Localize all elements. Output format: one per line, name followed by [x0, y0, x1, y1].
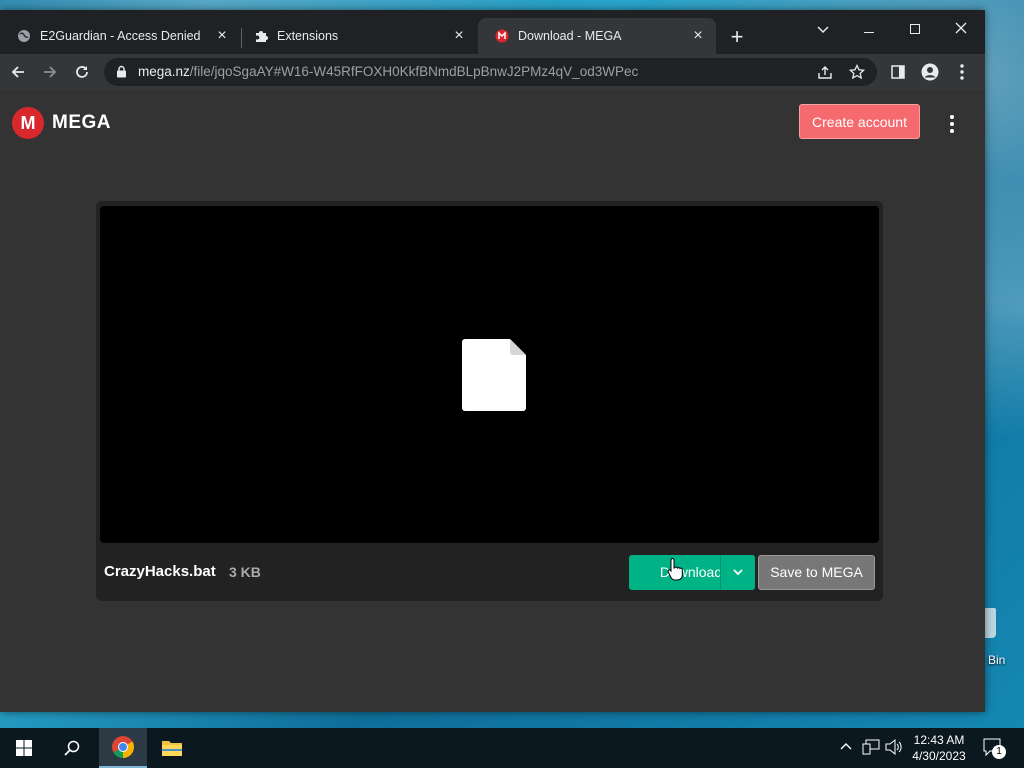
- tray-overflow-icon[interactable]: [840, 739, 852, 753]
- tab-strip: E2Guardian - Access Denied × Extensions …: [0, 10, 985, 54]
- tab-label: E2Guardian - Access Denied: [40, 29, 201, 43]
- search-icon: [64, 740, 80, 756]
- chrome-icon: [112, 736, 134, 758]
- mega-logo[interactable]: M MEGA: [12, 107, 111, 139]
- windows-icon: [16, 740, 32, 756]
- profile-icon[interactable]: [918, 60, 942, 84]
- tab-label: Download - MEGA: [518, 29, 622, 43]
- tab-extensions[interactable]: Extensions ×: [237, 18, 477, 54]
- new-tab-button[interactable]: +: [726, 26, 748, 48]
- clock-time: 12:43 AM: [913, 733, 965, 747]
- mega-logo-mark: M: [12, 107, 44, 139]
- network-icon[interactable]: [862, 739, 880, 758]
- back-button[interactable]: [6, 60, 30, 84]
- close-window-button[interactable]: [938, 15, 984, 43]
- folder-icon: [162, 741, 182, 756]
- tab-search-button[interactable]: [800, 15, 846, 43]
- chevron-down-icon: [733, 569, 743, 576]
- close-tab-icon[interactable]: ×: [451, 28, 467, 44]
- notification-center-button[interactable]: 1: [983, 738, 1006, 761]
- browser-toolbar: mega.nz/file/jqoSgaAY#W16-W45RfFOXH0KkfB…: [0, 54, 985, 90]
- bookmark-star-icon[interactable]: [848, 63, 866, 81]
- tab-e2guardian[interactable]: E2Guardian - Access Denied ×: [0, 18, 240, 54]
- system-clock[interactable]: 12:43 AM 4/30/2023: [907, 732, 971, 764]
- recycle-bin-label: Bin: [988, 653, 1006, 667]
- forward-button[interactable]: [38, 60, 62, 84]
- volume-icon[interactable]: [885, 738, 903, 758]
- url-text: mega.nz/file/jqoSgaAY#W16-W45RfFOXH0KkfB…: [138, 64, 638, 79]
- tab-label: Extensions: [277, 29, 339, 43]
- reload-button[interactable]: [70, 60, 94, 84]
- download-options-button[interactable]: [720, 555, 755, 590]
- globe-icon: [16, 28, 32, 44]
- notification-count: 1: [992, 745, 1006, 759]
- browser-window: E2Guardian - Access Denied × Extensions …: [0, 10, 985, 712]
- search-button[interactable]: [48, 728, 96, 768]
- hand-cursor-icon: [667, 558, 683, 581]
- close-tab-icon[interactable]: ×: [690, 28, 706, 44]
- minimize-button[interactable]: [846, 15, 892, 43]
- file-card: CrazyHacks.bat 3 KB Download Save to MEG…: [96, 201, 883, 601]
- puzzle-icon: [253, 28, 269, 44]
- taskbar-file-explorer[interactable]: [148, 728, 196, 768]
- tab-mega-download[interactable]: Download - MEGA ×: [478, 18, 716, 54]
- clock-date: 4/30/2023: [912, 749, 966, 763]
- file-name: CrazyHacks.bat: [104, 563, 216, 580]
- create-account-button[interactable]: Create account: [799, 104, 920, 139]
- share-icon[interactable]: [816, 63, 834, 81]
- file-size: 3 KB: [229, 564, 261, 580]
- start-button[interactable]: [0, 728, 48, 768]
- generic-file-icon: [462, 339, 526, 411]
- mega-logo-text: MEGA: [52, 112, 111, 133]
- browser-menu-icon[interactable]: [950, 60, 974, 84]
- url-path: /file/jqoSgaAY#W16-W45RfFOXH0KkfBNmdBLpB…: [189, 64, 639, 79]
- mega-page: M MEGA Create account CrazyHacks.bat 3 K…: [0, 90, 985, 712]
- address-bar[interactable]: mega.nz/file/jqoSgaAY#W16-W45RfFOXH0KkfB…: [104, 58, 877, 86]
- maximize-button[interactable]: [892, 15, 938, 43]
- lock-icon[interactable]: [116, 65, 127, 83]
- side-panel-icon[interactable]: [886, 60, 910, 84]
- mega-icon: [494, 28, 510, 44]
- taskbar: 12:43 AM 4/30/2023 1: [0, 728, 1024, 768]
- close-tab-icon[interactable]: ×: [214, 28, 230, 44]
- url-host: mega.nz: [138, 64, 190, 79]
- taskbar-chrome[interactable]: [99, 728, 147, 768]
- file-preview: [100, 206, 879, 543]
- save-to-mega-button[interactable]: Save to MEGA: [758, 555, 875, 590]
- page-menu-icon[interactable]: [940, 112, 964, 136]
